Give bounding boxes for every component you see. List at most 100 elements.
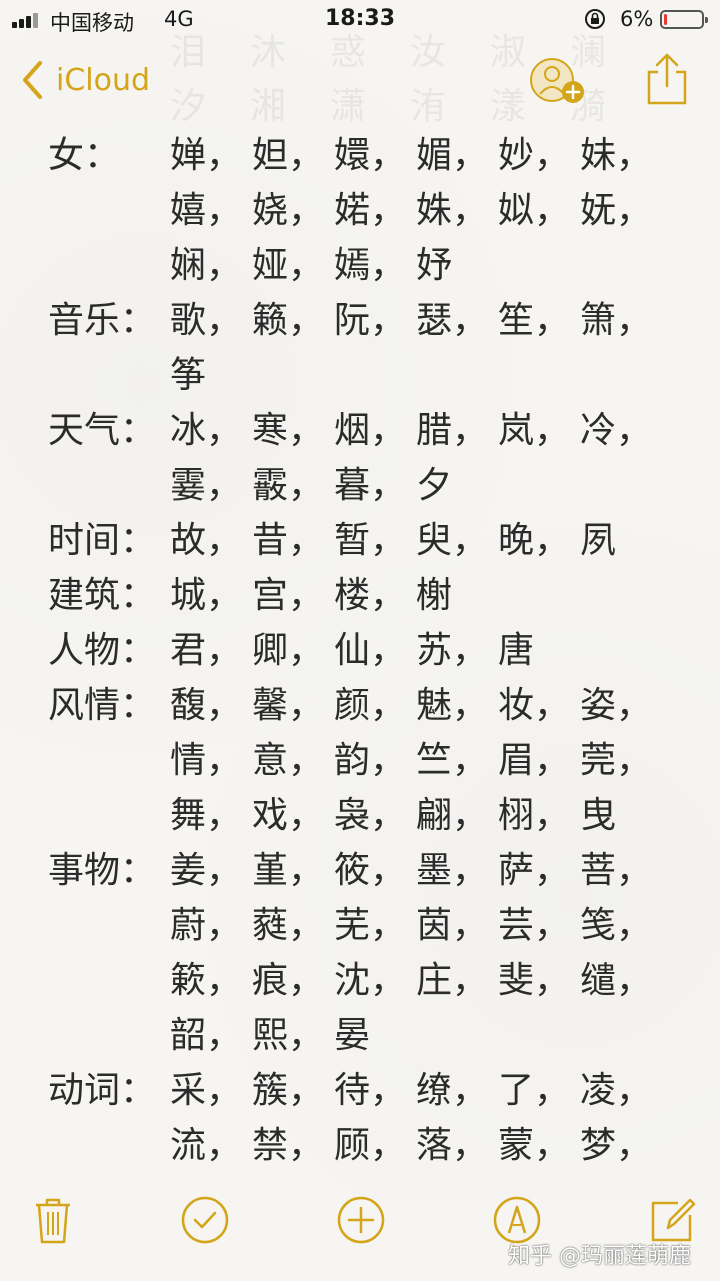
character-lines: 婵， 妲， 嬛， 媚， 妙， 妹， 嬉， 娆， 婼， 姝， 姒， 妩， 娴， 娅， 嫣，妤: [170, 128, 708, 293]
character-line: 歌， 籁， 阮， 瑟， 笙， 箫，: [170, 293, 708, 348]
character-line: 嬉， 娆， 婼， 姝， 姒， 妩，: [170, 183, 708, 238]
character-line: 情， 意， 韵， 竺， 眉， 莞，: [170, 733, 708, 788]
character: 竺，: [416, 740, 489, 781]
character: 烟，: [334, 410, 407, 451]
character-line: 君， 卿， 仙， 苏，唐: [170, 623, 708, 678]
note-section: 天气： 冰， 寒， 烟， 腊， 岚， 冷， 霎， 霰， 暮，夕: [48, 403, 708, 513]
character: 茵，: [416, 905, 489, 946]
category-label: 风情：: [48, 685, 157, 726]
back-button[interactable]: iCloud: [20, 58, 150, 102]
category-label: 时间：: [48, 520, 157, 561]
note-section: 人物： 君， 卿， 仙， 苏，唐: [48, 623, 708, 678]
character: 笙，: [498, 300, 571, 341]
character: 卿，: [252, 630, 325, 671]
character-lines: 冰， 寒， 烟， 腊， 岚， 冷， 霎， 霰， 暮，夕: [170, 403, 708, 513]
character: 楼，: [334, 575, 407, 616]
character: 筝: [170, 355, 207, 396]
battery-percent: 6%: [620, 7, 654, 31]
character: 嬛，: [334, 135, 407, 176]
character: 筱，: [334, 850, 407, 891]
category-label: 事物：: [48, 850, 157, 891]
character: 舞，: [170, 795, 243, 836]
character: 婵，: [170, 135, 243, 176]
character: 蕤，: [252, 905, 325, 946]
character: 妆，: [498, 685, 571, 726]
character: 婼，: [334, 190, 407, 231]
character: 菩，: [580, 850, 653, 891]
character: 堇，: [252, 850, 325, 891]
character: 了，: [498, 1070, 571, 1111]
character: 仙，: [334, 630, 407, 671]
character: 梦，: [580, 1125, 653, 1166]
character: 韶，: [170, 1015, 243, 1056]
note-section: 风情： 馥， 馨， 颜， 魅， 妆， 姿， 情， 意， 韵， 竺， 眉， 莞， 舞， 戏， 袅， 翩， 栩，曳: [48, 678, 708, 843]
character: 戏，: [252, 795, 325, 836]
checklist-icon[interactable]: [180, 1195, 230, 1245]
character: 笺，: [580, 905, 653, 946]
character: 臾，: [416, 520, 489, 561]
note-section: 音乐： 歌， 籁， 阮， 瑟， 笙， 箫， 筝: [48, 293, 708, 403]
battery-level-fill: [664, 14, 667, 25]
character: 颜，: [334, 685, 407, 726]
trash-icon[interactable]: [28, 1195, 78, 1245]
character: 曳: [580, 795, 617, 836]
character-lines: 馥， 馨， 颜， 魅， 妆， 姿， 情， 意， 韵， 竺， 眉， 莞， 舞， 戏， 袅， 翩， 栩，曳: [170, 678, 708, 843]
character: 袅，: [334, 795, 407, 836]
add-person-icon[interactable]: [528, 56, 588, 108]
character: 晚，: [498, 520, 571, 561]
character: 冷，: [580, 410, 653, 451]
character: 魅，: [416, 685, 489, 726]
character: 岚，: [498, 410, 571, 451]
character: 韵，: [334, 740, 407, 781]
character: 妩，: [580, 190, 653, 231]
character: 馨，: [252, 685, 325, 726]
character: 夙: [580, 520, 617, 561]
category-label: 动词：: [48, 1070, 157, 1111]
character-lines: 采， 簇， 待， 缭， 了， 凌， 流， 禁， 顾， 落， 蒙， 梦，: [170, 1063, 708, 1173]
character: 霎，: [170, 465, 243, 506]
character: 顾，: [334, 1125, 407, 1166]
character-line: 簌， 痕， 沈， 庄， 斐， 缱，: [170, 953, 708, 1008]
character: 蒙，: [498, 1125, 571, 1166]
character: 妲，: [252, 135, 325, 176]
character: 晏: [334, 1015, 371, 1056]
character: 嫣，: [334, 245, 407, 286]
category-label: 建筑：: [48, 575, 157, 616]
character: 娆，: [252, 190, 325, 231]
chevron-left-icon: [23, 61, 42, 99]
character: 流，: [170, 1125, 243, 1166]
character: 嬉，: [170, 190, 243, 231]
character: 霰，: [252, 465, 325, 506]
character-line: 冰， 寒， 烟， 腊， 岚， 冷，: [170, 403, 708, 458]
character-lines: 君， 卿， 仙， 苏，唐: [170, 623, 708, 678]
character: 娴，: [170, 245, 243, 286]
character: 凌，: [580, 1070, 653, 1111]
character-line: 婵， 妲， 嬛， 媚， 妙， 妹，: [170, 128, 708, 183]
character: 榭: [416, 575, 453, 616]
character: 君，: [170, 630, 243, 671]
character: 姿，: [580, 685, 653, 726]
status-time: 18:33: [324, 6, 396, 31]
note-section: 建筑： 城， 宫， 楼，榭: [48, 568, 708, 623]
character: 夕: [416, 465, 453, 506]
character-line: 娴， 娅， 嫣，妤: [170, 238, 708, 293]
note-body[interactable]: 女： 婵， 妲， 嬛， 媚， 妙， 妹， 嬉， 娆， 婼， 姝， 姒， 妩， 娴， 娅， 嫣，妤音乐： 歌， 籁，…: [48, 128, 708, 1173]
watermark: 知乎 @玛丽莲萌鹿: [508, 1244, 691, 1269]
character: 箫，: [580, 300, 653, 341]
character: 歌，: [170, 300, 243, 341]
character: 姜，: [170, 850, 243, 891]
character: 籁，: [252, 300, 325, 341]
category-label: 人物：: [48, 630, 157, 671]
character: 妤: [416, 245, 453, 286]
character: 瑟，: [416, 300, 489, 341]
character: 缭，: [416, 1070, 489, 1111]
back-label: iCloud: [56, 62, 151, 98]
character: 庄，: [416, 960, 489, 1001]
character: 城，: [170, 575, 243, 616]
character: 缱，: [580, 960, 653, 1001]
character: 冰，: [170, 410, 243, 451]
add-icon[interactable]: [336, 1195, 386, 1245]
character: 娅，: [252, 245, 325, 286]
character: 采，: [170, 1070, 243, 1111]
share-icon[interactable]: [644, 52, 690, 106]
